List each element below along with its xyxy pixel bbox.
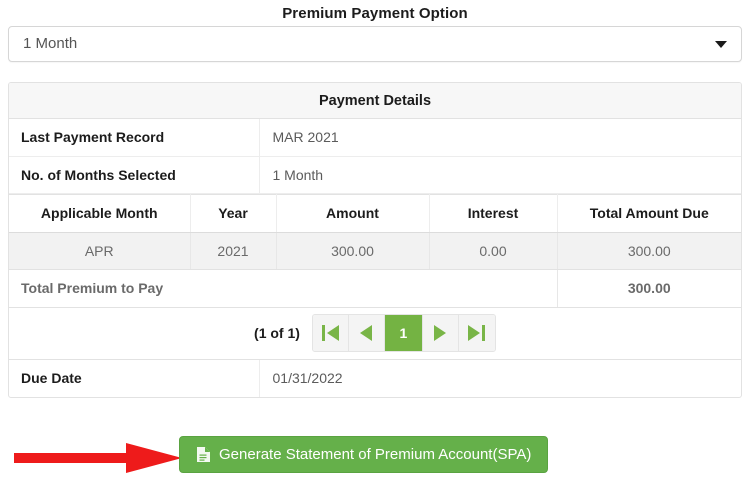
red-arrow-annotation [14, 443, 182, 473]
total-premium-value: 300.00 [556, 269, 741, 308]
due-date-value: 01/31/2022 [258, 359, 741, 397]
triangle-left-icon [360, 325, 373, 341]
months-selected-value: 1 Month [258, 156, 741, 194]
cell-total-amount-due: 300.00 [557, 232, 741, 270]
premium-schedule-table: Applicable Month Year Amount Interest To… [9, 193, 741, 360]
payment-page: Premium Payment Option 1 Month Payment D… [0, 0, 750, 500]
schedule-grid-container: Applicable Month Year Amount Interest To… [9, 193, 741, 360]
table-header-row: Applicable Month Year Amount Interest To… [9, 193, 741, 233]
column-amount: Amount [276, 193, 430, 233]
months-selected-label: No. of Months Selected [9, 156, 259, 194]
pagination-buttons: 1 [311, 314, 496, 352]
total-premium-row: Total Premium to Pay 300.00 [9, 269, 741, 308]
cell-applicable-month: APR [9, 232, 191, 270]
due-date-label: Due Date [21, 370, 82, 386]
generate-spa-button-label: Generate Statement of Premium Account(SP… [219, 446, 532, 463]
cell-interest: 0.00 [429, 232, 558, 270]
next-page-button[interactable] [422, 315, 459, 351]
pagination-row: (1 of 1) 1 [9, 307, 741, 360]
payment-details-card: Payment Details Last Payment Record MAR … [8, 82, 742, 398]
payment-details-header: Payment Details [9, 83, 741, 119]
select-selected-value: 1 Month [23, 35, 78, 52]
column-applicable-month: Applicable Month [9, 193, 191, 233]
cell-year: 2021 [190, 232, 277, 270]
previous-page-button[interactable] [348, 315, 385, 351]
last-page-icon [468, 325, 486, 341]
last-payment-record-value: MAR 2021 [258, 119, 741, 157]
first-page-icon [321, 325, 339, 341]
premium-payment-option-select[interactable]: 1 Month [8, 26, 742, 62]
chevron-down-icon [715, 41, 727, 48]
table-row: Due Date 01/31/2022 [9, 359, 741, 397]
page-1-button[interactable]: 1 [384, 315, 423, 351]
column-total-amount-due: Total Amount Due [557, 193, 741, 233]
table-row: No. of Months Selected 1 Month [9, 156, 741, 194]
payment-details-table: Last Payment Record MAR 2021 No. of Mont… [9, 119, 741, 397]
total-premium-label: Total Premium to Pay [9, 269, 557, 308]
column-interest: Interest [429, 193, 558, 233]
generate-spa-button[interactable]: Generate Statement of Premium Account(SP… [179, 436, 549, 473]
triangle-right-icon [434, 325, 447, 341]
document-icon [196, 446, 211, 463]
table-row: Last Payment Record MAR 2021 [9, 119, 741, 157]
last-payment-record-label: Last Payment Record [9, 119, 259, 157]
column-year: Year [190, 193, 277, 233]
last-page-button[interactable] [458, 315, 495, 351]
pagination: (1 of 1) 1 [9, 314, 741, 352]
page-title: Premium Payment Option [282, 5, 468, 22]
table-row: APR 2021 300.00 0.00 300.00 [9, 232, 741, 270]
pagination-count: (1 of 1) [254, 325, 300, 341]
first-page-button[interactable] [312, 315, 349, 351]
cell-amount: 300.00 [276, 232, 430, 270]
